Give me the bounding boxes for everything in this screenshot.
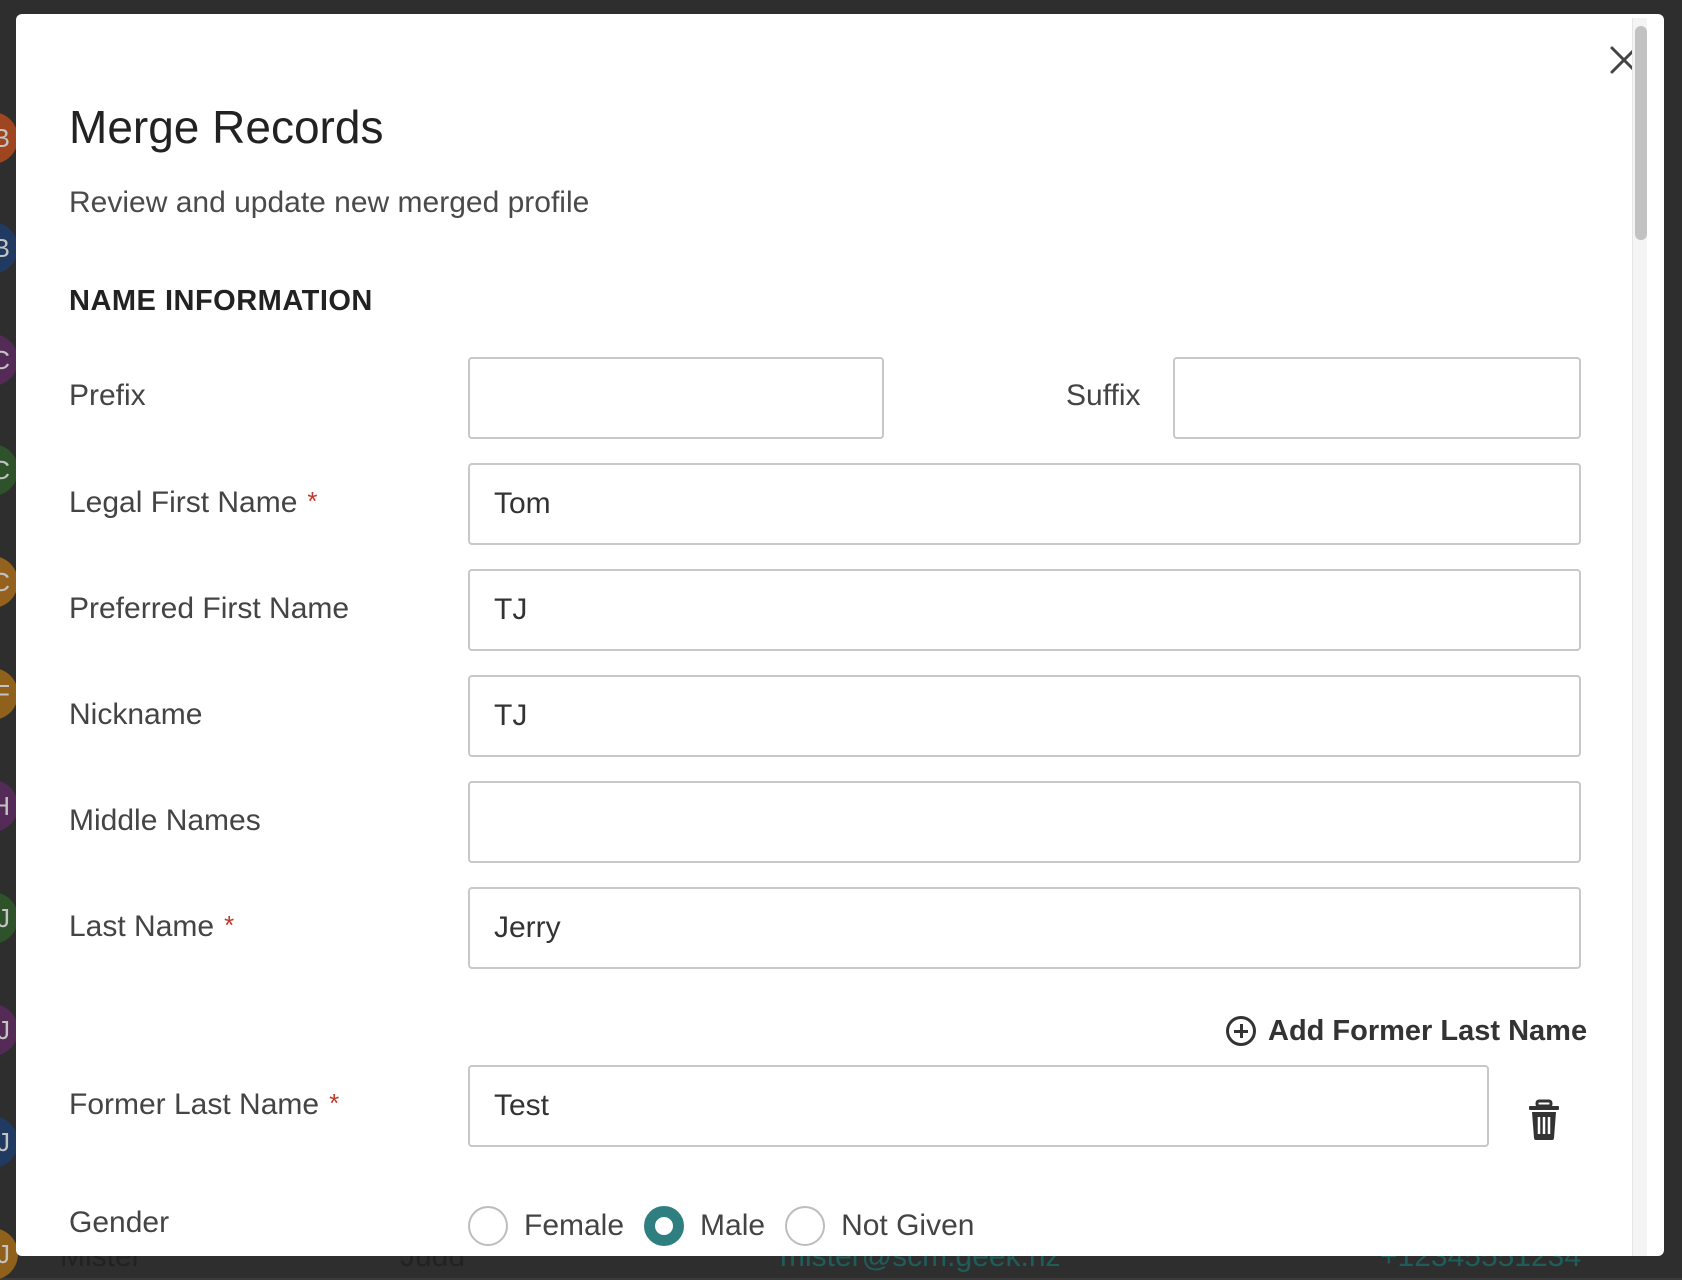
modal-subtitle: Review and update new merged profile bbox=[69, 186, 590, 219]
required-asterisk: * bbox=[329, 1088, 340, 1118]
modal-scrollbar-thumb[interactable] bbox=[1635, 26, 1647, 240]
radio-label: Female bbox=[524, 1209, 625, 1242]
prefix-input[interactable] bbox=[468, 357, 884, 439]
preferred-first-name-input[interactable] bbox=[468, 569, 1581, 651]
add-former-last-name-label: Add Former Last Name bbox=[1268, 1014, 1588, 1047]
middle-names-input[interactable] bbox=[468, 781, 1581, 863]
radio-label: Not Given bbox=[841, 1209, 975, 1242]
add-former-last-name-button[interactable]: Add Former Last Name bbox=[1226, 1011, 1587, 1051]
legal-first-name-label: Legal First Name * bbox=[69, 486, 318, 520]
last-name-label: Last Name * bbox=[69, 910, 234, 944]
name-information-heading: NAME INFORMATION bbox=[69, 285, 373, 317]
suffix-input[interactable] bbox=[1173, 357, 1581, 439]
middle-names-label: Middle Names bbox=[69, 804, 261, 837]
plus-circle-icon bbox=[1226, 1016, 1256, 1046]
legal-first-name-label-text: Legal First Name bbox=[69, 486, 298, 519]
required-asterisk: * bbox=[307, 486, 318, 516]
former-last-name-input[interactable] bbox=[468, 1065, 1489, 1147]
gender-option-male[interactable]: Male bbox=[644, 1206, 765, 1246]
radio-button[interactable] bbox=[785, 1206, 826, 1246]
merge-records-modal: Merge Records Review and update new merg… bbox=[16, 14, 1664, 1256]
nickname-label: Nickname bbox=[69, 698, 203, 731]
prefix-label: Prefix bbox=[69, 379, 146, 412]
gender-option-female[interactable]: Female bbox=[468, 1206, 624, 1246]
radio-button[interactable] bbox=[468, 1206, 508, 1246]
legal-first-name-input[interactable] bbox=[468, 463, 1581, 545]
modal-scrollbar[interactable] bbox=[1632, 18, 1647, 1256]
modal-title: Merge Records bbox=[69, 101, 384, 153]
required-asterisk: * bbox=[224, 910, 235, 940]
former-last-name-label: Former Last Name * bbox=[69, 1088, 339, 1122]
trash-icon[interactable] bbox=[1524, 1098, 1564, 1142]
suffix-label: Suffix bbox=[1066, 379, 1141, 412]
gender-radio-group: Female Male Not Given bbox=[468, 1204, 994, 1248]
gender-label: Gender bbox=[69, 1206, 170, 1239]
radio-button[interactable] bbox=[644, 1206, 685, 1246]
nickname-input[interactable] bbox=[468, 675, 1581, 757]
gender-option-not-given[interactable]: Not Given bbox=[785, 1206, 974, 1246]
former-last-name-label-text: Former Last Name bbox=[69, 1088, 320, 1121]
last-name-label-text: Last Name bbox=[69, 910, 215, 943]
radio-label: Male bbox=[700, 1209, 766, 1242]
preferred-first-name-label: Preferred First Name bbox=[69, 592, 350, 625]
last-name-input[interactable] bbox=[468, 887, 1581, 969]
